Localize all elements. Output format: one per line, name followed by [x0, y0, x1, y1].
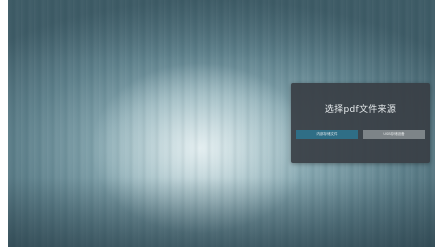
dialog-title: 选择pdf文件来源	[324, 105, 397, 115]
background-top-fade	[8, 0, 435, 60]
pdf-source-dialog: 选择pdf文件来源 内部存储文件 USB存储设备	[291, 83, 430, 163]
usb-storage-button[interactable]: USB存储设备	[363, 130, 425, 139]
background-bottom-fade	[8, 177, 435, 247]
internal-storage-button[interactable]: 内部存储文件	[296, 130, 358, 139]
